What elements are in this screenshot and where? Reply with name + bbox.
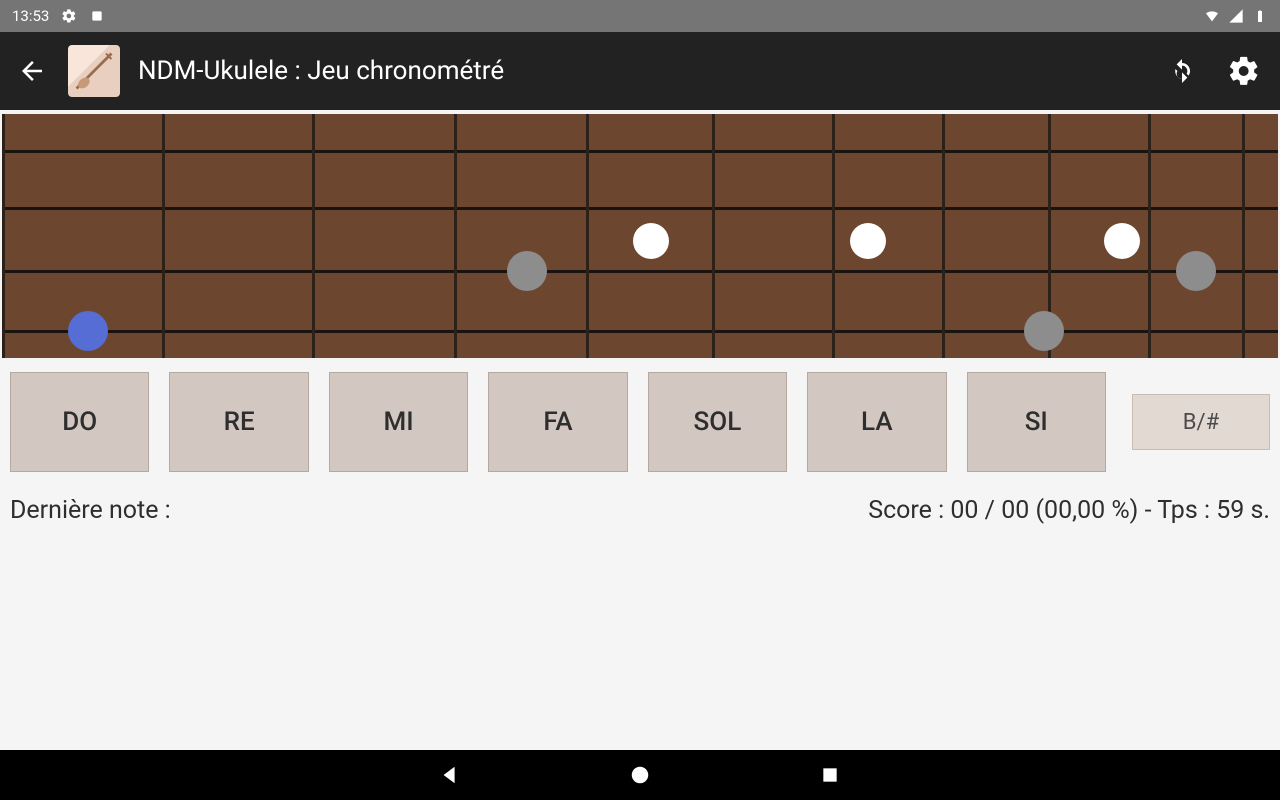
wifi-icon — [1204, 8, 1220, 24]
score-display: Score : 00 / 00 (00,00 %) - Tps : 59 s. — [868, 496, 1270, 525]
android-status-bar: 13:53 — [0, 0, 1280, 32]
note-button-si[interactable]: SI — [967, 372, 1106, 472]
android-nav-bar — [0, 750, 1280, 800]
app-bar: NDM-Ukulele : Jeu chronométré — [0, 32, 1280, 110]
note-button-re[interactable]: RE — [169, 372, 308, 472]
fret — [162, 114, 165, 358]
app-indicator-icon — [89, 8, 105, 24]
fret — [586, 114, 589, 358]
last-note-label: Dernière note : — [10, 496, 171, 525]
refresh-button[interactable] — [1160, 49, 1204, 93]
back-button[interactable] — [14, 53, 50, 89]
note-marker-grey — [1176, 251, 1216, 291]
string-1 — [2, 150, 1278, 153]
fret — [454, 114, 457, 358]
gear-icon — [61, 8, 77, 24]
fret — [712, 114, 715, 358]
string-3 — [2, 270, 1278, 273]
note-marker-active — [68, 311, 108, 351]
fret-marker — [850, 223, 886, 259]
fret — [942, 114, 945, 358]
fret — [832, 114, 835, 358]
settings-button[interactable] — [1222, 49, 1266, 93]
app-icon — [68, 45, 120, 97]
fret — [312, 114, 315, 358]
nav-back-button[interactable] — [435, 760, 465, 790]
nav-recent-button[interactable] — [815, 760, 845, 790]
sharp-flat-button[interactable]: B/# — [1132, 394, 1270, 450]
note-marker-grey — [507, 251, 547, 291]
note-button-do[interactable]: DO — [10, 372, 149, 472]
fretboard[interactable] — [2, 110, 1278, 362]
battery-icon — [1252, 8, 1268, 24]
nav-home-button[interactable] — [625, 760, 655, 790]
string-4 — [2, 330, 1278, 333]
status-time: 13:53 — [12, 7, 49, 25]
status-line: Dernière note : Score : 00 / 00 (00,00 %… — [0, 472, 1280, 525]
note-marker-grey — [1024, 311, 1064, 351]
note-buttons-row: DO RE MI FA SOL LA SI B/# — [0, 362, 1280, 472]
fret — [1242, 114, 1245, 358]
string-2 — [2, 207, 1278, 210]
note-button-fa[interactable]: FA — [488, 372, 627, 472]
note-button-sol[interactable]: SOL — [648, 372, 787, 472]
fret — [1148, 114, 1151, 358]
signal-icon — [1228, 8, 1244, 24]
app-title: NDM-Ukulele : Jeu chronométré — [138, 56, 1142, 86]
fret — [2, 114, 5, 358]
note-button-la[interactable]: LA — [807, 372, 946, 472]
fret-marker — [1104, 223, 1140, 259]
note-button-mi[interactable]: MI — [329, 372, 468, 472]
fret-marker — [633, 223, 669, 259]
